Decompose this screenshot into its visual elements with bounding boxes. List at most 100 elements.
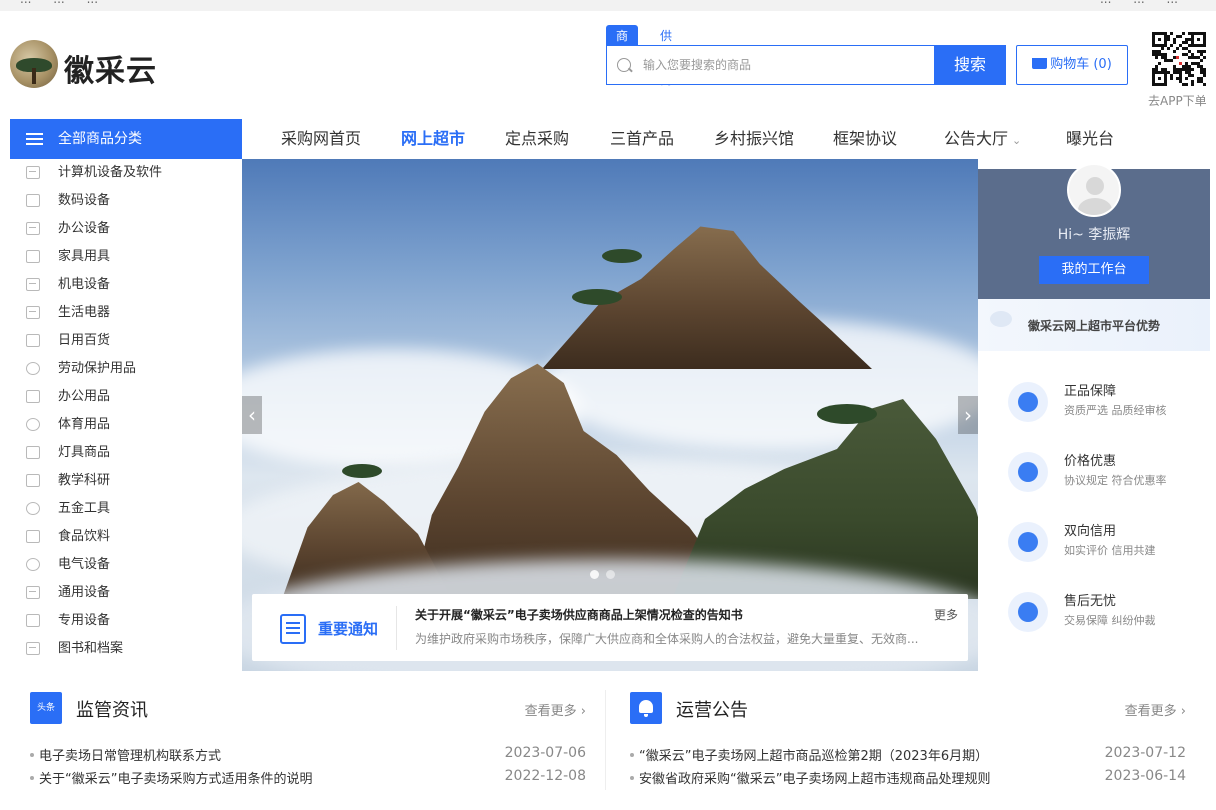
topbar-right: ... ... ...	[1100, 0, 1196, 6]
feature-subtitle: 交易保障 纠纷仲裁	[1064, 614, 1156, 627]
logo-emblem	[10, 40, 58, 88]
sidebar-item-category[interactable]: 日用百货	[10, 327, 242, 355]
topbar-link[interactable]: ...	[87, 0, 98, 6]
operations-announcement-section: 运营公告 查看更多 › “徽采云”电子卖场网上超市商品巡检第2期（2023年6月…	[630, 690, 1186, 810]
sidebar-item-category[interactable]: 办公用品	[10, 383, 242, 411]
sidebar-item-category[interactable]: 数码设备	[10, 187, 242, 215]
sidebar-item-category[interactable]: 图书和档案	[10, 635, 242, 663]
feature-title: 价格优惠	[1064, 454, 1117, 469]
list-item[interactable]: 电子卖场日常管理机构联系方式 2023-07-06	[30, 745, 586, 765]
banner-dot[interactable]	[606, 570, 615, 579]
price-tag-icon	[1008, 452, 1048, 492]
sidebar-item-category[interactable]: 办公设备	[10, 215, 242, 243]
chevron-right-icon: ›	[580, 704, 586, 719]
camera-icon	[26, 194, 40, 207]
ball-icon	[26, 418, 40, 431]
important-notice[interactable]: 重要通知 关于开展“徽采云”电子卖场供应商商品上架情况检查的告知书 为维护政府采…	[252, 594, 968, 661]
search-button[interactable]: 搜索	[934, 45, 1006, 85]
category-list: 计算机设备及软件数码设备办公设备 家具用具 机电设备 生活电器 日用百货劳动保护用品办公…	[10, 159, 242, 671]
tool-icon	[26, 502, 40, 515]
notice-more-link[interactable]: 更多	[934, 606, 958, 623]
sidebar-item-category[interactable]: 计算机设备及软件	[10, 159, 242, 187]
topbar-link[interactable]: ...	[1167, 0, 1178, 6]
cart-button[interactable]: 购物车 (0)	[1016, 45, 1128, 85]
topbar-link[interactable]: ...	[1133, 0, 1144, 6]
sidebar-item-category[interactable]: 教学科研	[10, 467, 242, 495]
headline-icon: 头条	[30, 692, 62, 724]
sidebar-item-category[interactable]: 五金工具	[10, 495, 242, 523]
sidebar-item-category[interactable]: 体育用品	[10, 411, 242, 439]
qr-code	[1152, 32, 1206, 86]
cart-label: 购物车 (0)	[1050, 57, 1112, 72]
topbar-link[interactable]: ...	[1100, 0, 1111, 6]
list-item[interactable]: 关于“徽采云”电子卖场采购方式适用条件的说明 2022-12-08	[30, 768, 586, 788]
lamp-icon	[26, 446, 40, 459]
sofa-icon	[26, 250, 40, 263]
nav-rural-revitalization[interactable]: 乡村振兴馆	[714, 119, 794, 159]
search-tab-goods[interactable]: 商品	[606, 25, 639, 65]
view-more-link[interactable]: 查看更多 ›	[525, 700, 586, 719]
feature-subtitle: 协议规定 符合优惠率	[1064, 474, 1167, 487]
feature-after-sales: 售后无忧 交易保障 纠纷仲裁	[1008, 590, 1198, 634]
flask-icon	[26, 474, 40, 487]
feature-title: 双向信用	[1064, 524, 1117, 539]
list-item[interactable]: 安徽省政府采购“徽采云”电子卖场网上超市违规商品处理规则 2023-06-14	[630, 768, 1186, 788]
banner-prev-arrow[interactable]: ‹	[242, 396, 262, 434]
category-label: 数码设备	[58, 193, 111, 208]
category-label: 图书和档案	[58, 641, 124, 656]
menu-list-icon	[26, 133, 43, 145]
notice-title[interactable]: 关于开展“徽采云”电子卖场供应商商品上架情况检查的告知书	[415, 606, 743, 623]
nav-online-market[interactable]: 网上超市	[401, 119, 465, 159]
sidebar-item-category[interactable]: 食品饮料	[10, 523, 242, 551]
category-label: 专用设备	[58, 613, 111, 628]
nav-home[interactable]: 采购网首页	[281, 119, 361, 159]
sidebar-item-category[interactable]: 机电设备	[10, 271, 242, 299]
all-categories-header[interactable]: 全部商品分类	[10, 119, 242, 159]
cart-icon	[1032, 58, 1048, 69]
nav-first-products[interactable]: 三首产品	[610, 119, 674, 159]
sidebar-item-category[interactable]: 专用设备	[10, 607, 242, 635]
site-logo[interactable]: 徽采云	[10, 40, 160, 90]
feature-title: 售后无忧	[1064, 594, 1117, 609]
all-categories-label: 全部商品分类	[58, 131, 142, 147]
nav-exposure[interactable]: 曝光台	[1066, 119, 1114, 159]
category-label: 劳动保护用品	[58, 361, 137, 376]
search-input[interactable]	[643, 54, 923, 76]
category-label: 灯具商品	[58, 445, 111, 460]
sidebar-item-category[interactable]: 生活电器	[10, 299, 242, 327]
topbar-link[interactable]: ...	[53, 0, 64, 6]
banner-next-arrow[interactable]: ›	[958, 396, 978, 434]
news-date: 2022-12-08	[504, 768, 586, 784]
feature-credit: 双向信用 如实评价 信用共建	[1008, 520, 1198, 564]
banner-dot-active[interactable]	[590, 570, 599, 579]
sidebar-item-category[interactable]: 家具用具	[10, 243, 242, 271]
list-item[interactable]: “徽采云”电子卖场网上超市商品巡检第2期（2023年6月期） 2023-07-1…	[630, 745, 1186, 765]
avatar[interactable]	[1067, 163, 1121, 217]
nav-announcement-hall[interactable]: 公告大厅 ⌄	[944, 119, 1021, 159]
nav-designated-purchase[interactable]: 定点采购	[505, 119, 569, 159]
my-workbench-button[interactable]: 我的工作台	[1039, 256, 1149, 284]
bag-icon	[26, 334, 40, 347]
stationery-icon	[26, 390, 40, 403]
view-more-link[interactable]: 查看更多 ›	[1125, 700, 1186, 719]
computer-icon	[26, 166, 40, 179]
sidebar-item-category[interactable]: 劳动保护用品	[10, 355, 242, 383]
book-icon	[26, 642, 40, 655]
sidebar-item-category[interactable]: 电气设备	[10, 551, 242, 579]
credit-icon	[1008, 522, 1048, 562]
search-tab-supplier[interactable]: 供应商	[650, 25, 682, 87]
feature-subtitle: 资质严选 品质经审核	[1064, 404, 1167, 417]
sidebar-item-category[interactable]: 通用设备	[10, 579, 242, 607]
feature-genuine: 正品保障 资质严选 品质经审核	[1008, 380, 1198, 424]
news-date: 2023-07-06	[504, 745, 586, 761]
news-icon	[280, 614, 306, 644]
topbar-link[interactable]: ...	[20, 0, 31, 6]
topbar-left: ... ... ...	[20, 0, 116, 6]
glove-icon	[26, 362, 40, 375]
platform-advantage-header: 徽采云网上超市平台优势	[978, 299, 1210, 351]
qr-label[interactable]: 去APP下单	[1148, 92, 1207, 109]
nav-framework-agreement[interactable]: 框架协议	[833, 119, 897, 159]
heart-hand-icon	[1008, 592, 1048, 632]
sidebar-item-category[interactable]: 灯具商品	[10, 439, 242, 467]
appliance-icon	[26, 306, 40, 319]
